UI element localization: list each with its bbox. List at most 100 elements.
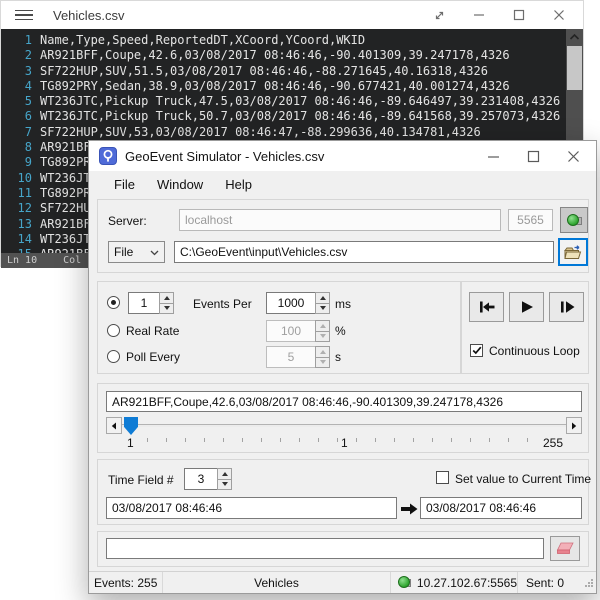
- file-path-input[interactable]: C:\GeoEvent\input\Vehicles.csv: [174, 241, 554, 263]
- spin-up-icon[interactable]: [217, 468, 232, 480]
- minimize-icon[interactable]: [484, 147, 502, 165]
- time-field-label: Time Field #: [108, 473, 174, 487]
- event-count-value[interactable]: 1: [128, 292, 159, 314]
- hamburger-icon[interactable]: [15, 10, 33, 21]
- scrollbar-thumb[interactable]: [567, 46, 582, 90]
- expand-icon[interactable]: [431, 7, 447, 23]
- events-count: Events: 255: [89, 572, 163, 593]
- spin-down-icon[interactable]: [159, 304, 174, 315]
- editor-line: 6WT236JTC,Pickup Truck,50.7,03/08/2017 0…: [1, 109, 583, 124]
- simulator-title: GeoEvent Simulator - Vehicles.csv: [125, 149, 324, 164]
- menu-help[interactable]: Help: [225, 177, 252, 192]
- skip-to-start-icon: [477, 299, 497, 315]
- line-text: SF722HU: [32, 201, 91, 216]
- time-to-field[interactable]: 03/08/2017 08:46:46: [420, 497, 582, 519]
- connection-group: Server: localhost 5565 File C:\GeoEvent\…: [97, 199, 589, 273]
- message-group: [97, 531, 589, 567]
- line-text: WT236JT: [32, 171, 91, 186]
- time-field-spinner[interactable]: 3: [184, 468, 232, 490]
- real-rate-spinner[interactable]: 100: [266, 320, 330, 342]
- spin-up-icon[interactable]: [315, 292, 330, 304]
- events-per-label: Events Per: [193, 297, 252, 311]
- message-field[interactable]: [106, 538, 544, 559]
- time-field-value[interactable]: 3: [184, 468, 217, 490]
- poll-every-radio[interactable]: [107, 350, 120, 363]
- menu-file[interactable]: File: [114, 177, 135, 192]
- line-text: SF722HUP,SUV,51.5,03/08/2017 08:46:46,-8…: [32, 64, 488, 79]
- line-number: 15: [1, 247, 32, 253]
- line-number: 14: [1, 232, 32, 247]
- step-button[interactable]: [549, 292, 584, 322]
- real-rate-unit-label: %: [335, 324, 346, 338]
- desktop: Vehicles.csv 1Name,Type,Speed,ReportedDT…: [0, 0, 600, 600]
- server-host-input[interactable]: localhost: [179, 209, 501, 231]
- scroll-up-icon[interactable]: [566, 29, 583, 45]
- slider-left-arrow[interactable]: [106, 417, 122, 434]
- interval-spinner[interactable]: 1000: [266, 292, 330, 314]
- close-icon[interactable]: [551, 7, 567, 23]
- line-number: 6: [1, 109, 32, 124]
- time-field-group: Time Field # 3 Set value to Current Time…: [97, 459, 589, 525]
- event-count-spinner[interactable]: 1: [128, 292, 174, 314]
- connect-button[interactable]: [560, 207, 588, 233]
- line-text: TG892PR: [32, 186, 91, 201]
- spin-down-icon[interactable]: [315, 332, 330, 343]
- source-type-dropdown[interactable]: File: [108, 241, 165, 263]
- go-to-start-button[interactable]: [469, 292, 504, 322]
- event-position-group: AR921BFF,Coupe,42.6,03/08/2017 08:46:46,…: [97, 383, 589, 453]
- interval-value[interactable]: 1000: [266, 292, 315, 314]
- maximize-icon[interactable]: [524, 147, 542, 165]
- line-number: 2: [1, 48, 32, 63]
- dataset-name: Vehicles: [163, 572, 391, 593]
- line-number: 4: [1, 79, 32, 94]
- time-from-field[interactable]: 03/08/2017 08:46:46: [106, 497, 397, 519]
- editor-window-controls: [431, 7, 567, 23]
- resize-grip[interactable]: [584, 577, 594, 591]
- line-text: WT236JTC,Pickup Truck,50.7,03/08/2017 08…: [32, 109, 560, 124]
- geoevent-app-icon: [99, 147, 117, 165]
- play-button[interactable]: [509, 292, 544, 322]
- spin-up-icon[interactable]: [315, 320, 330, 332]
- slider-thumb[interactable]: [124, 417, 138, 435]
- real-rate-value[interactable]: 100: [266, 320, 315, 342]
- poll-value[interactable]: 5: [266, 346, 315, 368]
- spin-down-icon[interactable]: [315, 358, 330, 369]
- set-current-time-checkbox[interactable]: [436, 471, 449, 484]
- editor-title: Vehicles.csv: [53, 8, 125, 23]
- line-number: 5: [1, 94, 32, 109]
- chevron-down-icon: [150, 245, 159, 259]
- maximize-icon[interactable]: [511, 7, 527, 23]
- browse-file-button[interactable]: [558, 238, 588, 266]
- slider-track[interactable]: [122, 424, 566, 427]
- simulator-menubar: File Window Help: [89, 171, 596, 198]
- minimize-icon[interactable]: [471, 7, 487, 23]
- server-port-input[interactable]: 5565: [508, 209, 553, 231]
- slider-current-label: 1: [338, 436, 351, 450]
- poll-every-label: Poll Every: [126, 350, 180, 364]
- spin-down-icon[interactable]: [217, 480, 232, 491]
- editor-line: 3SF722HUP,SUV,51.5,03/08/2017 08:46:46,-…: [1, 64, 583, 79]
- spin-down-icon[interactable]: [315, 304, 330, 315]
- line-number: 13: [1, 217, 32, 232]
- close-icon[interactable]: [564, 147, 582, 165]
- play-icon: [518, 299, 536, 315]
- poll-spinner[interactable]: 5: [266, 346, 330, 368]
- column-indicator: Col: [63, 255, 81, 266]
- line-text: WT236JTC,Pickup Truck,47.5,03/08/2017 08…: [32, 94, 560, 109]
- current-event-field[interactable]: AR921BFF,Coupe,42.6,03/08/2017 08:46:46,…: [106, 391, 582, 412]
- menu-window[interactable]: Window: [157, 177, 203, 192]
- position-slider[interactable]: [106, 417, 582, 434]
- simulator-window: GeoEvent Simulator - Vehicles.csv File W…: [88, 140, 597, 594]
- clear-button[interactable]: [550, 536, 580, 561]
- slider-max-label: 255: [540, 436, 566, 450]
- slider-right-arrow[interactable]: [566, 417, 582, 434]
- spin-up-icon[interactable]: [315, 346, 330, 358]
- spin-up-icon[interactable]: [159, 292, 174, 304]
- continuous-loop-checkbox[interactable]: [470, 344, 483, 357]
- events-per-radio[interactable]: [107, 296, 120, 309]
- endpoint-address: 10.27.102.67:5565: [417, 576, 517, 590]
- line-number: 9: [1, 155, 32, 170]
- real-rate-radio[interactable]: [107, 324, 120, 337]
- line-number: 11: [1, 186, 32, 201]
- real-rate-label: Real Rate: [126, 324, 179, 338]
